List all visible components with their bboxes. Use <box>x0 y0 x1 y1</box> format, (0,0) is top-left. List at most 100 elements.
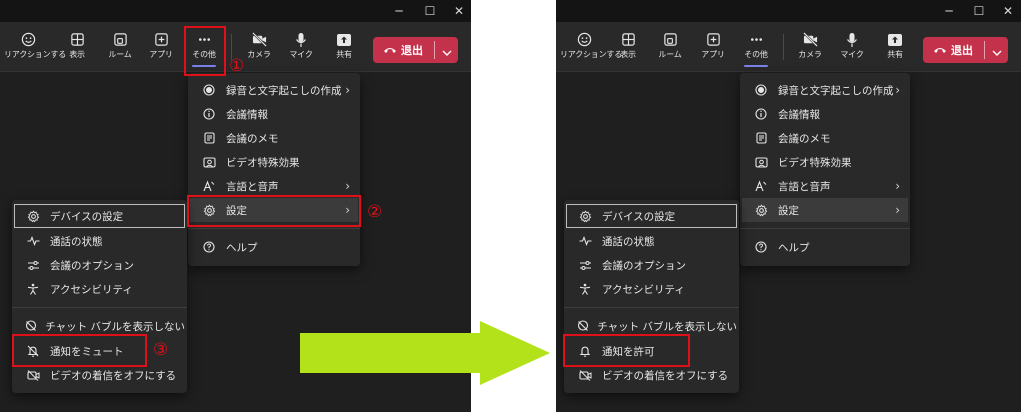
menu-divider <box>12 307 187 308</box>
menu-item-video-effects[interactable]: ビデオ特殊効果 <box>742 150 908 174</box>
leave-options-button[interactable] <box>437 37 457 63</box>
menu-item-video-effects[interactable]: ビデオ特殊効果 <box>190 150 358 174</box>
gear-icon <box>576 209 594 223</box>
hang-up-icon <box>933 44 947 57</box>
reaction-button[interactable]: リアクションする <box>4 29 66 67</box>
arrow-right-icon <box>300 321 550 385</box>
menu-item-label: デバイスの設定 <box>50 210 124 223</box>
active-indicator <box>744 65 768 67</box>
leave-main[interactable]: 退出 <box>923 37 983 63</box>
grid-icon <box>53 29 101 49</box>
menu-item-help[interactable]: ヘルプ <box>742 235 908 259</box>
menu-item-call-health[interactable]: 通話の状態 <box>566 229 737 253</box>
leave-label: 退出 <box>401 44 423 57</box>
reaction-button[interactable]: リアクションする <box>560 29 622 67</box>
add-app-icon <box>137 29 185 49</box>
rooms-button[interactable]: ルーム <box>646 29 694 67</box>
menu-item-label: ビデオ特殊効果 <box>226 156 300 169</box>
minimize-button[interactable]: ─ <box>940 2 958 20</box>
menu-item-label: デバイスの設定 <box>602 210 676 223</box>
share-button[interactable]: 共有 <box>871 29 919 67</box>
view-label: 表示 <box>69 50 85 59</box>
menu-divider <box>740 228 910 229</box>
maximize-button[interactable]: ☐ <box>970 2 988 20</box>
menu-item-accessibility[interactable]: アクセシビリティ <box>14 277 185 301</box>
menu-item-call-health[interactable]: 通話の状態 <box>14 229 185 253</box>
smiley-icon <box>560 29 608 49</box>
menu-item-label: チャット バブルを表示しない <box>597 320 737 333</box>
maximize-button[interactable]: ☐ <box>421 2 439 20</box>
share-label: 共有 <box>336 50 352 59</box>
smiley-icon <box>4 29 52 49</box>
apps-label: アプリ <box>149 50 173 59</box>
menu-item-label: 会議のオプション <box>602 259 686 272</box>
callout-mute-notifications <box>12 334 147 367</box>
callout-settings-item <box>187 195 361 227</box>
menu-divider <box>188 228 360 229</box>
microphone-icon <box>277 29 325 49</box>
leave-button[interactable]: 退出 <box>923 37 1008 63</box>
help-icon <box>200 241 218 253</box>
apps-button[interactable]: アプリ <box>689 29 737 67</box>
share-label: 共有 <box>887 50 903 59</box>
menu-item-label: ビデオの着信をオフにする <box>50 369 177 382</box>
menu-item-recording[interactable]: 録音と文字起こしの作成 › <box>742 78 908 102</box>
callout-allow-notifications <box>563 334 690 367</box>
menu-item-meeting-options[interactable]: 会議のオプション <box>14 253 185 277</box>
gear-icon <box>752 203 770 217</box>
menu-item-meeting-info[interactable]: 会議情報 <box>742 102 908 126</box>
microphone-button[interactable]: マイク <box>277 29 325 67</box>
toolbar-separator <box>783 34 784 60</box>
menu-item-settings[interactable]: 設定 › <box>742 198 908 222</box>
menu-item-label: 会議情報 <box>226 108 268 121</box>
chevron-down-icon <box>442 41 452 60</box>
chevron-down-icon <box>992 41 1002 60</box>
step-3-label: ③ <box>153 340 169 360</box>
menu-item-meeting-info[interactable]: 会議情報 <box>190 102 358 126</box>
apps-button[interactable]: アプリ <box>137 29 185 67</box>
close-button[interactable]: ✕ <box>999 2 1017 20</box>
menu-item-label: 会議情報 <box>778 108 820 121</box>
menu-item-help[interactable]: ヘルプ <box>190 235 358 259</box>
chevron-right-icon: › <box>895 179 900 193</box>
breakout-room-icon <box>646 29 694 49</box>
pulse-icon <box>576 236 594 246</box>
more-menu: 録音と文字起こしの作成 › 会議情報 会議のメモ ビデオ特殊効果 言語と音声 ›… <box>740 73 910 266</box>
add-app-icon <box>689 29 737 49</box>
info-icon <box>752 108 770 120</box>
view-label: 表示 <box>620 50 636 59</box>
menu-item-meeting-options[interactable]: 会議のオプション <box>566 253 737 277</box>
menu-item-label: ビデオ特殊効果 <box>778 156 852 169</box>
minimize-button[interactable]: ─ <box>390 2 408 20</box>
camera-label: カメラ <box>798 50 822 59</box>
menu-item-meeting-notes[interactable]: 会議のメモ <box>742 126 908 150</box>
leave-main[interactable]: 退出 <box>373 37 433 63</box>
reaction-label: リアクションする <box>4 50 66 59</box>
chevron-right-icon: › <box>345 179 350 193</box>
more-button[interactable]: その他 <box>732 29 780 67</box>
menu-item-accessibility[interactable]: アクセシビリティ <box>566 277 737 301</box>
reaction-label: リアクションする <box>560 50 622 59</box>
share-button[interactable]: 共有 <box>320 29 368 67</box>
menu-item-label: 会議のオプション <box>50 259 134 272</box>
menu-item-label: チャット バブルを表示しない <box>45 320 185 333</box>
leave-button[interactable]: 退出 <box>373 37 458 63</box>
menu-item-device-settings[interactable]: デバイスの設定 <box>566 204 737 228</box>
menu-item-language[interactable]: 言語と音声 › <box>742 174 908 198</box>
teams-window-after: ─ ☐ ✕ リアクションする 表示 ルーム アプリ その他 カメラ マイク 共有… <box>556 0 1021 412</box>
leave-options-button[interactable] <box>987 37 1007 63</box>
menu-item-recording[interactable]: 録音と文字起こしの作成 › <box>190 78 358 102</box>
chevron-right-icon: › <box>345 83 350 97</box>
menu-item-meeting-notes[interactable]: 会議のメモ <box>190 126 358 150</box>
help-icon <box>752 241 770 253</box>
menu-item-device-settings[interactable]: デバイスの設定 <box>14 204 185 228</box>
microphone-button[interactable]: マイク <box>828 29 876 67</box>
camera-button[interactable]: カメラ <box>786 29 834 67</box>
microphone-label: マイク <box>289 50 313 59</box>
menu-item-label: 言語と音声 <box>226 180 279 193</box>
view-button[interactable]: 表示 <box>604 29 652 67</box>
hang-up-icon <box>383 44 397 57</box>
view-button[interactable]: 表示 <box>53 29 101 67</box>
close-button[interactable]: ✕ <box>450 2 468 20</box>
menu-item-label: 言語と音声 <box>778 180 831 193</box>
